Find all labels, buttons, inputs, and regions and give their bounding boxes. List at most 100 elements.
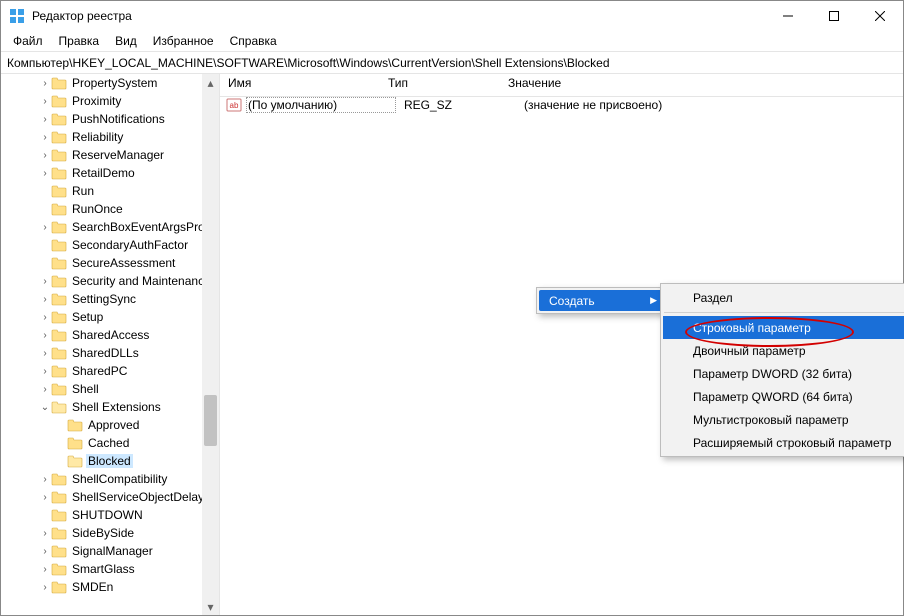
tree-item[interactable]: › RetailDemo — [1, 164, 219, 182]
maximize-button[interactable] — [811, 1, 857, 31]
chevron-right-icon[interactable]: › — [39, 474, 51, 485]
folder-icon — [51, 400, 67, 414]
window-title: Редактор реестра — [32, 9, 132, 23]
tree-item[interactable]: Cached — [1, 434, 219, 452]
titlebar[interactable]: Редактор реестра — [1, 1, 903, 31]
chevron-right-icon[interactable]: › — [39, 78, 51, 89]
folder-icon — [51, 508, 67, 522]
tree-item[interactable]: › PushNotifications — [1, 110, 219, 128]
chevron-right-icon[interactable]: › — [39, 528, 51, 539]
chevron-right-icon[interactable]: › — [39, 276, 51, 287]
col-header-value[interactable]: Значение — [500, 74, 903, 96]
chevron-right-icon[interactable]: › — [39, 330, 51, 341]
chevron-right-icon[interactable]: › — [39, 168, 51, 179]
context-submenu-item-label: Раздел — [693, 291, 733, 305]
tree-item[interactable]: › PropertySystem — [1, 74, 219, 92]
tree-item-label: SMDEn — [70, 580, 115, 594]
tree-item[interactable]: Blocked — [1, 452, 219, 470]
address-bar[interactable]: Компьютер\HKEY_LOCAL_MACHINE\SOFTWARE\Mi… — [1, 52, 903, 74]
tree-item[interactable]: › SideBySide — [1, 524, 219, 542]
context-submenu-item[interactable]: Расширяемый строковый параметр — [663, 431, 904, 454]
chevron-right-icon[interactable]: › — [39, 384, 51, 395]
chevron-right-icon[interactable]: › — [39, 546, 51, 557]
minimize-button[interactable] — [765, 1, 811, 31]
tree-item[interactable]: SHUTDOWN — [1, 506, 219, 524]
context-submenu-item-label: Двоичный параметр — [693, 344, 806, 358]
tree-item[interactable]: › SharedPC — [1, 362, 219, 380]
tree-item[interactable]: › ShellServiceObjectDelayL — [1, 488, 219, 506]
tree-item[interactable]: › Setup — [1, 308, 219, 326]
chevron-right-icon[interactable]: › — [39, 582, 51, 593]
chevron-down-icon[interactable]: ⌄ — [39, 402, 51, 413]
folder-icon — [51, 328, 67, 342]
chevron-right-icon[interactable]: › — [39, 222, 51, 233]
chevron-right-icon[interactable]: › — [39, 492, 51, 503]
close-button[interactable] — [857, 1, 903, 31]
tree-item[interactable]: RunOnce — [1, 200, 219, 218]
folder-icon — [51, 76, 67, 90]
chevron-right-icon[interactable]: › — [39, 132, 51, 143]
tree-item[interactable]: › Proximity — [1, 92, 219, 110]
tree-item[interactable]: › SearchBoxEventArgsProv — [1, 218, 219, 236]
chevron-right-icon[interactable]: › — [39, 312, 51, 323]
list-header: Имя Тип Значение — [220, 74, 903, 97]
folder-icon — [51, 184, 67, 198]
tree-item[interactable]: SecureAssessment — [1, 254, 219, 272]
tree-item[interactable]: › ReserveManager — [1, 146, 219, 164]
chevron-right-icon[interactable]: › — [39, 294, 51, 305]
tree-item-label: Approved — [86, 418, 141, 432]
context-submenu-item-label: Строковый параметр — [693, 321, 811, 335]
tree-item[interactable]: › Reliability — [1, 128, 219, 146]
chevron-right-icon[interactable]: › — [39, 96, 51, 107]
tree-item[interactable]: SecondaryAuthFactor — [1, 236, 219, 254]
scroll-down-icon[interactable]: ▾ — [202, 598, 219, 615]
tree-item[interactable]: › SMDEn — [1, 578, 219, 596]
tree-item[interactable]: › SmartGlass — [1, 560, 219, 578]
tree-item-label: RunOnce — [70, 202, 125, 216]
tree-item[interactable]: › SharedDLLs — [1, 344, 219, 362]
tree[interactable]: › PropertySystem› Proximity› PushNotific… — [1, 74, 219, 615]
tree-item[interactable]: › Shell — [1, 380, 219, 398]
folder-icon — [51, 490, 67, 504]
tree-item-label: Run — [70, 184, 96, 198]
tree-item[interactable]: › Security and Maintenanc — [1, 272, 219, 290]
address-path: Компьютер\HKEY_LOCAL_MACHINE\SOFTWARE\Mi… — [7, 56, 610, 70]
context-submenu-item[interactable]: Мультистроковый параметр — [663, 408, 904, 431]
tree-item-label: PushNotifications — [70, 112, 167, 126]
context-menu-create[interactable]: Создать ▶ — [539, 290, 663, 311]
scroll-up-icon[interactable]: ▴ — [202, 74, 219, 91]
context-submenu-item[interactable]: Параметр QWORD (64 бита) — [663, 385, 904, 408]
menu-view[interactable]: Вид — [107, 32, 145, 50]
tree-item[interactable]: Run — [1, 182, 219, 200]
registry-editor-window: Редактор реестра Файл Правка Вид Избранн… — [0, 0, 904, 616]
col-header-name[interactable]: Имя — [220, 74, 380, 96]
tree-item[interactable]: › ShellCompatibility — [1, 470, 219, 488]
tree-item-label: Reliability — [70, 130, 125, 144]
tree-item[interactable]: › SignalManager — [1, 542, 219, 560]
tree-scrollbar[interactable]: ▴ ▾ — [202, 74, 219, 615]
context-submenu-item[interactable]: Двоичный параметр — [663, 339, 904, 362]
chevron-right-icon[interactable]: › — [39, 366, 51, 377]
submenu-arrow-icon: ▶ — [650, 295, 657, 306]
tree-item[interactable]: Approved — [1, 416, 219, 434]
menubar: Файл Правка Вид Избранное Справка — [1, 31, 903, 52]
menu-favorites[interactable]: Избранное — [145, 32, 222, 50]
list-row[interactable]: ab(По умолчанию)REG_SZ(значение не присв… — [220, 96, 903, 114]
context-submenu-item[interactable]: Параметр DWORD (32 бита) — [663, 362, 904, 385]
menu-edit[interactable]: Правка — [51, 32, 108, 50]
context-submenu-item-label: Параметр QWORD (64 бита) — [693, 390, 853, 404]
tree-item[interactable]: ⌄ Shell Extensions — [1, 398, 219, 416]
tree-item[interactable]: › SharedAccess — [1, 326, 219, 344]
tree-item[interactable]: › SettingSync — [1, 290, 219, 308]
chevron-right-icon[interactable]: › — [39, 564, 51, 575]
menu-file[interactable]: Файл — [5, 32, 51, 50]
context-submenu-item[interactable]: Строковый параметр — [663, 316, 904, 339]
chevron-right-icon[interactable]: › — [39, 114, 51, 125]
chevron-right-icon[interactable]: › — [39, 348, 51, 359]
tree-item-label: SmartGlass — [70, 562, 137, 576]
chevron-right-icon[interactable]: › — [39, 150, 51, 161]
menu-help[interactable]: Справка — [222, 32, 285, 50]
tree-item-label: Proximity — [70, 94, 123, 108]
context-submenu-item[interactable]: Раздел — [663, 286, 904, 309]
col-header-type[interactable]: Тип — [380, 74, 500, 96]
